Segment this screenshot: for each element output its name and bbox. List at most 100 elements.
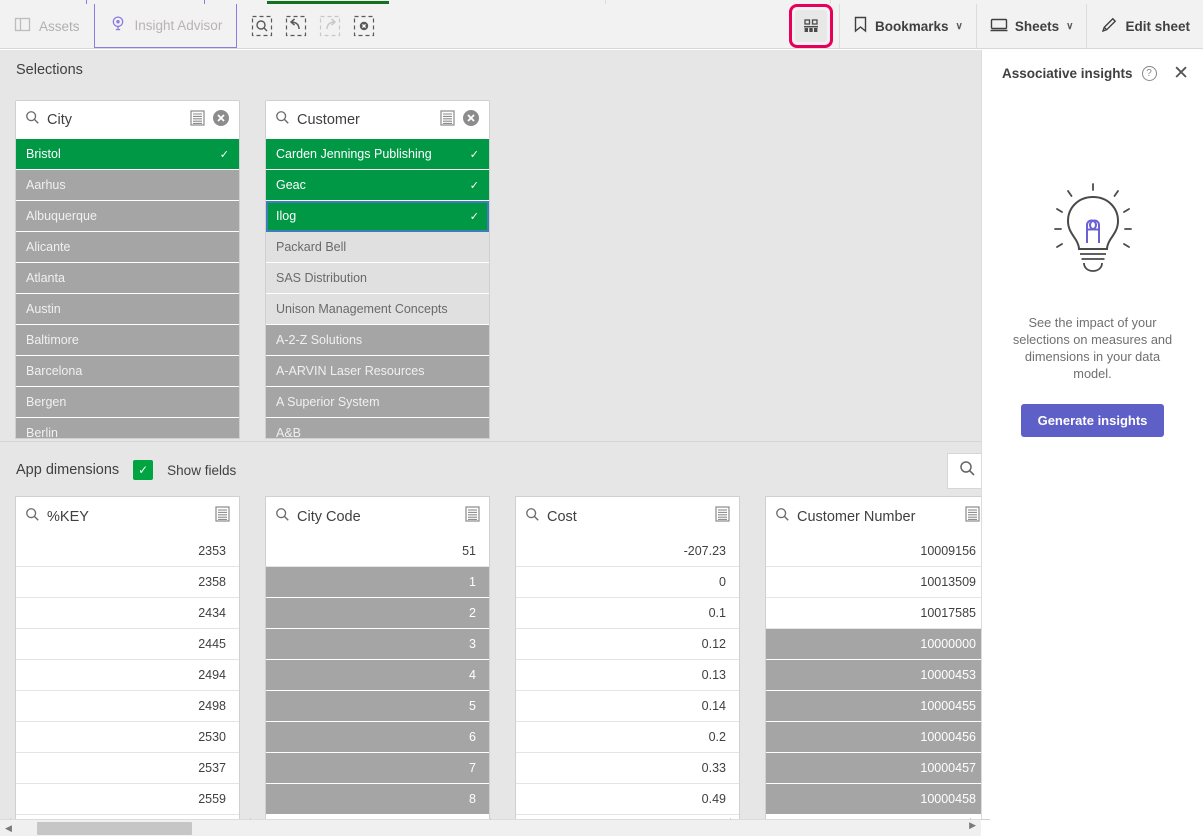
listbox-icon[interactable] bbox=[465, 506, 480, 527]
insights-description: See the impact of your selections on mea… bbox=[1010, 314, 1175, 382]
dimension-row[interactable]: 10000456 bbox=[766, 722, 989, 753]
dimension-row[interactable]: 2537 bbox=[16, 753, 239, 784]
search-icon[interactable] bbox=[275, 507, 290, 527]
selection-search-icon[interactable] bbox=[249, 13, 275, 39]
dimension-row[interactable]: 3 bbox=[266, 629, 489, 660]
associative-insights-button[interactable] bbox=[789, 4, 833, 48]
dimension-row[interactable]: 0.2 bbox=[516, 722, 739, 753]
dimension-row[interactable]: 1 bbox=[266, 567, 489, 598]
clear-selection-icon[interactable] bbox=[212, 109, 230, 132]
dimension-row[interactable]: 0.13 bbox=[516, 660, 739, 691]
listbox-row[interactable]: Unison Management Concepts bbox=[266, 294, 489, 325]
listbox-icon[interactable] bbox=[715, 506, 730, 527]
listbox-row[interactable]: Bristol✓ bbox=[16, 139, 239, 170]
listbox-row[interactable]: Bergen bbox=[16, 387, 239, 418]
dimension-row[interactable]: 10009156 bbox=[766, 536, 989, 567]
listbox-row[interactable]: A-ARVIN Laser Resources bbox=[266, 356, 489, 387]
dimension-row[interactable]: 2 bbox=[266, 598, 489, 629]
search-icon[interactable] bbox=[525, 507, 540, 527]
show-fields-label: Show fields bbox=[167, 463, 236, 478]
listbox-row[interactable]: Atlanta bbox=[16, 263, 239, 294]
dimension-row[interactable]: 0.14 bbox=[516, 691, 739, 722]
dimension-row[interactable]: 2530 bbox=[16, 722, 239, 753]
dimension-field-name: %KEY bbox=[47, 509, 208, 525]
chevron-down-icon: ∨ bbox=[956, 21, 963, 32]
dimension-row[interactable]: 7 bbox=[266, 753, 489, 784]
listbox-row[interactable]: SAS Distribution bbox=[266, 263, 489, 294]
search-icon[interactable] bbox=[275, 110, 290, 130]
listbox-row[interactable]: A Superior System bbox=[266, 387, 489, 418]
listbox-row[interactable]: Berlin bbox=[16, 418, 239, 439]
help-icon[interactable]: ? bbox=[1142, 66, 1157, 81]
dimension-row[interactable]: 10000000 bbox=[766, 629, 989, 660]
search-icon[interactable] bbox=[25, 110, 40, 130]
dimension-row-value: 10000456 bbox=[920, 730, 976, 744]
step-forward-icon[interactable] bbox=[317, 13, 343, 39]
dimension-row[interactable]: 10000458 bbox=[766, 784, 989, 815]
listbox-row[interactable]: Aarhus bbox=[16, 170, 239, 201]
listbox-row[interactable]: Alicante bbox=[16, 232, 239, 263]
dimension-row[interactable]: -207.23 bbox=[516, 536, 739, 567]
dimension-row[interactable]: 5 bbox=[266, 691, 489, 722]
dimension-row[interactable]: 0.1 bbox=[516, 598, 739, 629]
dimension-row-value: 2498 bbox=[198, 699, 226, 713]
listbox-icon[interactable] bbox=[215, 506, 230, 527]
dimension-row[interactable]: 10017585 bbox=[766, 598, 989, 629]
close-icon[interactable]: ✕ bbox=[1173, 64, 1189, 83]
dimension-row[interactable]: 0.49 bbox=[516, 784, 739, 815]
listbox-icon[interactable] bbox=[965, 506, 980, 527]
dimension-row[interactable]: 2559 bbox=[16, 784, 239, 815]
dimension-row[interactable]: 6 bbox=[266, 722, 489, 753]
edit-sheet-button[interactable]: Edit sheet bbox=[1087, 4, 1203, 48]
insight-advisor-button[interactable]: Insight Advisor bbox=[94, 4, 238, 48]
listbox-row[interactable]: A-2-Z Solutions bbox=[266, 325, 489, 356]
clear-all-selections-icon[interactable] bbox=[351, 13, 377, 39]
dimension-row[interactable]: 2445 bbox=[16, 629, 239, 660]
dimension-row[interactable]: 4 bbox=[266, 660, 489, 691]
listbox-row[interactable]: Albuquerque bbox=[16, 201, 239, 232]
scroll-left-arrow[interactable]: ◀ bbox=[0, 823, 17, 834]
listbox-row[interactable]: Ilog✓ bbox=[266, 201, 489, 232]
listbox-row[interactable]: A&B bbox=[266, 418, 489, 439]
search-icon[interactable] bbox=[25, 507, 40, 527]
sheets-button[interactable]: Sheets ∨ bbox=[977, 4, 1087, 48]
dimension-row[interactable]: 0 bbox=[516, 567, 739, 598]
dimension-row[interactable]: 2494 bbox=[16, 660, 239, 691]
listbox-row[interactable]: Packard Bell bbox=[266, 232, 489, 263]
dimension-row[interactable]: 10000455 bbox=[766, 691, 989, 722]
dimension-row-value: 2530 bbox=[198, 730, 226, 744]
dimension-row[interactable]: 51 bbox=[266, 536, 489, 567]
check-icon: ✓ bbox=[470, 179, 479, 192]
listbox-icon[interactable] bbox=[190, 110, 205, 131]
horizontal-scrollbar[interactable]: ◀ ▶ bbox=[0, 819, 981, 836]
scroll-right-arrow[interactable]: ▶ bbox=[969, 820, 976, 831]
listbox-row[interactable]: Geac✓ bbox=[266, 170, 489, 201]
listbox-row[interactable]: Carden Jennings Publishing✓ bbox=[266, 139, 489, 170]
assets-button[interactable]: Assets bbox=[0, 4, 94, 48]
dimension-row[interactable]: 10013509 bbox=[766, 567, 989, 598]
search-icon[interactable] bbox=[775, 507, 790, 527]
step-back-icon[interactable] bbox=[283, 13, 309, 39]
scrollbar-track[interactable]: ▶ bbox=[17, 820, 981, 837]
dimension-row[interactable]: 10000457 bbox=[766, 753, 989, 784]
dimension-row[interactable]: 2353 bbox=[16, 536, 239, 567]
listbox-row[interactable]: Barcelona bbox=[16, 356, 239, 387]
generate-insights-button[interactable]: Generate insights bbox=[1021, 404, 1165, 437]
dimension-row[interactable]: 0.33 bbox=[516, 753, 739, 784]
dimension-row[interactable]: 0.12 bbox=[516, 629, 739, 660]
listbox-icon[interactable] bbox=[440, 110, 455, 131]
bookmarks-button[interactable]: Bookmarks ∨ bbox=[840, 4, 976, 48]
dimension-row[interactable]: 8 bbox=[266, 784, 489, 815]
show-fields-checkbox[interactable]: ✓ bbox=[133, 460, 153, 480]
listbox-row[interactable]: Austin bbox=[16, 294, 239, 325]
dimension-row[interactable]: 2498 bbox=[16, 691, 239, 722]
clear-selection-icon[interactable] bbox=[462, 109, 480, 132]
scrollbar-thumb[interactable] bbox=[37, 822, 192, 835]
dimension-row[interactable]: 2434 bbox=[16, 598, 239, 629]
dimension-row[interactable]: 10000453 bbox=[766, 660, 989, 691]
listbox-header: City bbox=[16, 101, 239, 139]
dimension-row[interactable]: 2358 bbox=[16, 567, 239, 598]
dimension-row-value: 0.2 bbox=[709, 730, 726, 744]
listbox-row[interactable]: Baltimore bbox=[16, 325, 239, 356]
sheet-icon bbox=[990, 17, 1008, 36]
